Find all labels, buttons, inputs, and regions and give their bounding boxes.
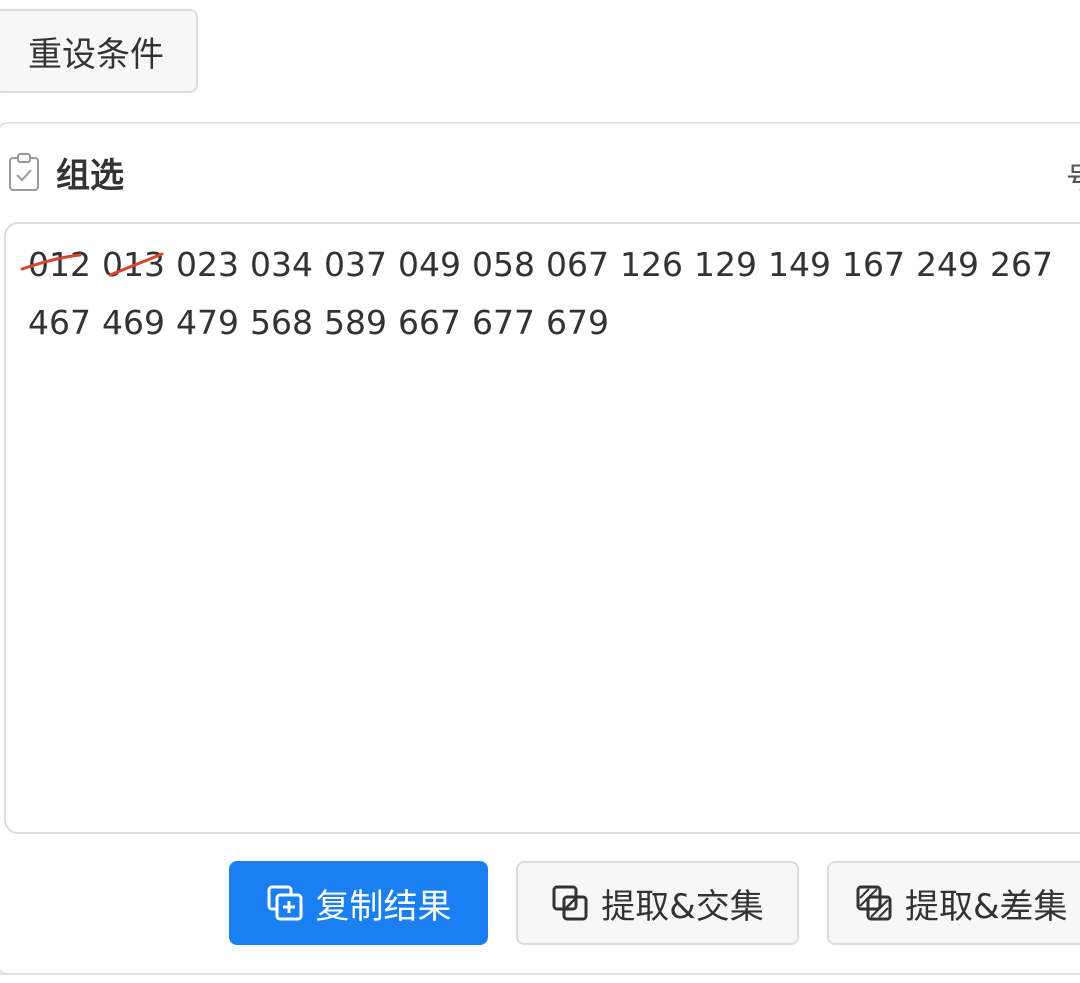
result-number: 149 [768,245,831,284]
result-number: 469 [102,303,165,342]
truncated-header-label: 号 [1066,154,1080,198]
result-number: 679 [546,303,609,342]
intersect-icon [552,885,588,921]
extract-difference-button[interactable]: 提取&差集 [827,861,1080,945]
result-number: 023 [176,245,239,284]
copy-plus-icon [267,885,302,921]
extract-intersect-label: 提取&交集 [601,886,764,927]
result-number: 013 [102,245,165,284]
difference-icon [856,885,892,921]
panel-title: 组选 [56,155,124,196]
extract-difference-label: 提取&差集 [905,886,1068,927]
result-number: 167 [842,245,905,284]
result-number: 126 [620,245,683,284]
result-number: 012 [28,245,91,284]
result-number: 467 [28,303,91,342]
copy-result-label: 复制结果 [315,886,452,927]
page: 重设条件 组选 号 012 013 023 034 037 049 058 067 126 129… [0,0,1080,983]
result-number: 049 [398,245,461,284]
result-number: 037 [324,245,387,284]
result-number: 667 [398,303,461,342]
reset-conditions-button[interactable]: 重设条件 [0,9,198,93]
result-numbers: 012 013 023 034 037 049 058 067 126 129 149 167 249 2… [28,236,1068,352]
clipboard-check-icon [9,153,39,191]
reset-conditions-label: 重设条件 [28,34,164,75]
result-number: 677 [472,303,535,342]
result-number: 058 [472,245,535,284]
copy-result-button[interactable]: 复制结果 [229,861,488,945]
result-number: 129 [694,245,757,284]
result-number: 568 [250,303,313,342]
result-number: 479 [176,303,239,342]
result-number: 249 [916,245,979,284]
result-number: 589 [324,303,387,342]
result-number: 034 [250,245,313,284]
result-number: 067 [546,245,609,284]
extract-intersect-button[interactable]: 提取&交集 [516,861,799,945]
divider [0,973,1080,975]
panel-header: 组选 [8,150,124,196]
result-number: 267 [990,245,1053,284]
